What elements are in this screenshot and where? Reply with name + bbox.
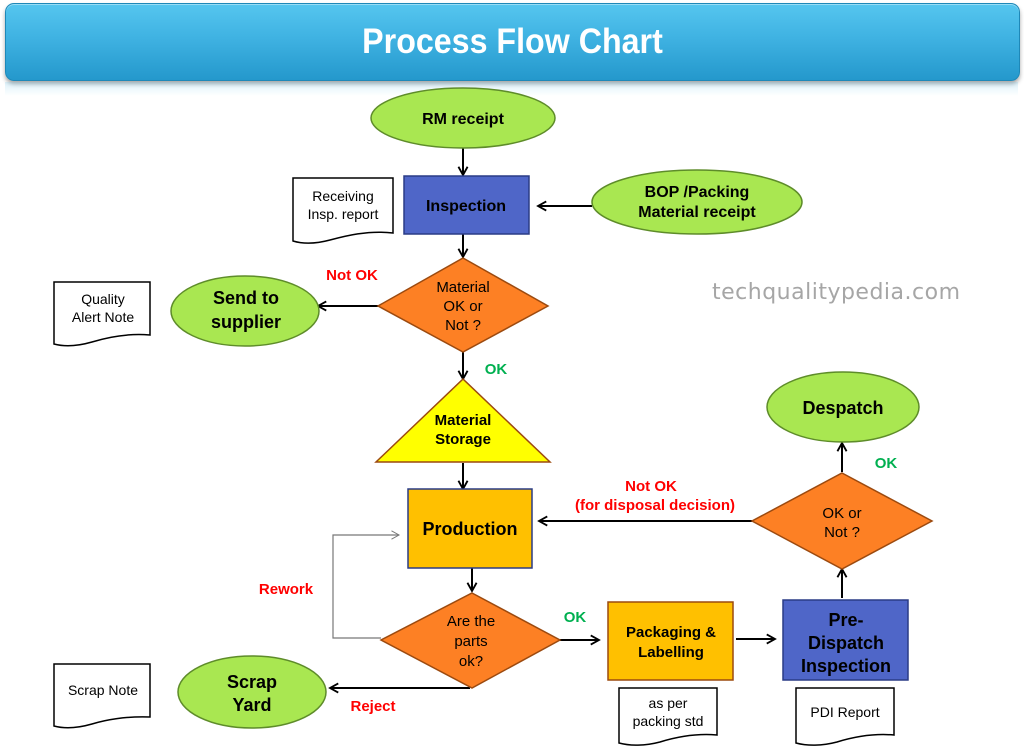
flow-diagram: RM receipt Inspection BOP /Packing Mater… (53, 87, 934, 746)
doc-packing-std: as per packing std (618, 687, 718, 746)
node-label: Inspection (426, 198, 506, 215)
doc-label: packing std (633, 713, 704, 729)
node-label: parts (454, 633, 487, 650)
node-label: Pre- (828, 610, 863, 630)
edge-label-final-ok: OK (875, 455, 898, 472)
node-rm-receipt: RM receipt (370, 87, 556, 149)
node-inspection: Inspection (403, 175, 530, 235)
doc-receiving-report: Receiving Insp. report (292, 177, 394, 244)
doc-label: PDI Report (810, 704, 879, 720)
edge-label-parts-ok: OK (564, 609, 587, 626)
node-label: Send to (213, 288, 279, 308)
node-label: Material receipt (638, 204, 756, 221)
doc-label: Insp. report (308, 206, 379, 222)
node-label: Material (436, 279, 489, 296)
node-material-storage: Material Storage (374, 377, 552, 463)
node-label: ok? (459, 653, 483, 670)
node-label: Not ? (824, 524, 860, 541)
node-pdi: Pre- Dispatch Inspection (782, 599, 909, 681)
node-material-decision: Material OK or Not ? (376, 257, 550, 353)
node-label: Storage (435, 431, 491, 448)
node-parts-decision: Are the parts ok? (379, 592, 562, 689)
node-despatch: Despatch (766, 371, 920, 443)
edge-label-disposal-decision: (for disposal decision) (575, 497, 735, 514)
node-label: Despatch (802, 398, 883, 418)
node-label: RM receipt (422, 111, 504, 128)
edge-label-reject: Reject (350, 698, 395, 715)
doc-quality-alert: Quality Alert Note (53, 281, 151, 347)
node-label: Inspection (801, 656, 891, 676)
node-label: supplier (211, 312, 281, 332)
node-label: Labelling (638, 644, 704, 661)
doc-label: Quality (81, 291, 125, 307)
doc-label: Receiving (312, 188, 373, 204)
node-label: Packaging & (626, 624, 716, 641)
node-production: Production (407, 488, 533, 569)
edge-rework-loop (332, 530, 401, 639)
node-label: Material (435, 412, 492, 429)
node-scrap-yard: Scrap Yard (177, 655, 327, 729)
node-label: Scrap (227, 672, 277, 692)
edge-label-material-not-ok: Not OK (326, 267, 378, 284)
node-label: Yard (232, 695, 271, 715)
node-packaging: Packaging & Labelling (607, 601, 734, 681)
doc-scrap-note: Scrap Note (53, 663, 151, 729)
edge-label-material-ok: OK (485, 361, 508, 378)
node-send-to-supplier: Send to supplier (170, 275, 320, 347)
node-label: Not ? (445, 317, 481, 334)
edge-label-final-not-ok: Not OK (625, 478, 677, 495)
doc-label: as per (649, 695, 688, 711)
node-label: OK or (822, 505, 861, 522)
node-label: Dispatch (808, 633, 884, 653)
node-bop-receipt: BOP /Packing Material receipt (591, 169, 803, 235)
node-label: Production (423, 519, 518, 539)
node-label: BOP /Packing (645, 184, 750, 201)
node-final-decision: OK or Not ? (750, 472, 934, 570)
node-label: OK or (443, 298, 482, 315)
edge-label-rework: Rework (259, 581, 314, 598)
doc-label: Scrap Note (68, 682, 138, 698)
doc-pdi-report: PDI Report (795, 687, 895, 746)
watermark-text: techqualitypedia.com (712, 280, 961, 305)
node-label: Are the (447, 613, 495, 630)
doc-label: Alert Note (72, 309, 134, 325)
